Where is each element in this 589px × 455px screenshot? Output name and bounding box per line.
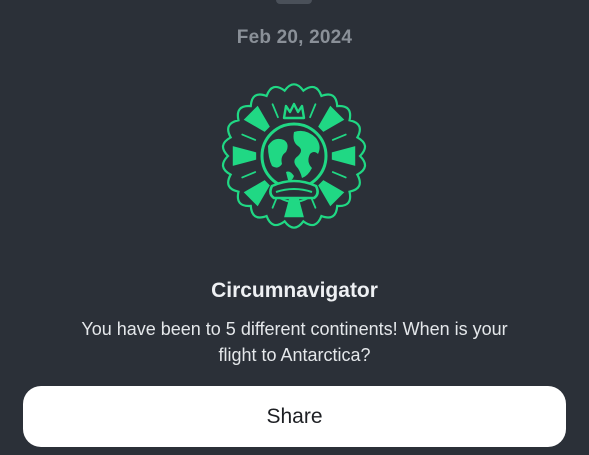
share-button[interactable]: Share — [23, 386, 566, 447]
achievement-date: Feb 20, 2024 — [236, 27, 353, 48]
achievement-title: Circumnavigator — [211, 279, 378, 302]
achievement-sheet: Feb 20, 2024 Circumnavigator You have be… — [0, 0, 589, 455]
achievement-description: You have been to 5 different continents!… — [81, 319, 508, 365]
globe-crown-badge-icon — [218, 80, 370, 232]
drag-handle[interactable] — [276, 0, 312, 4]
